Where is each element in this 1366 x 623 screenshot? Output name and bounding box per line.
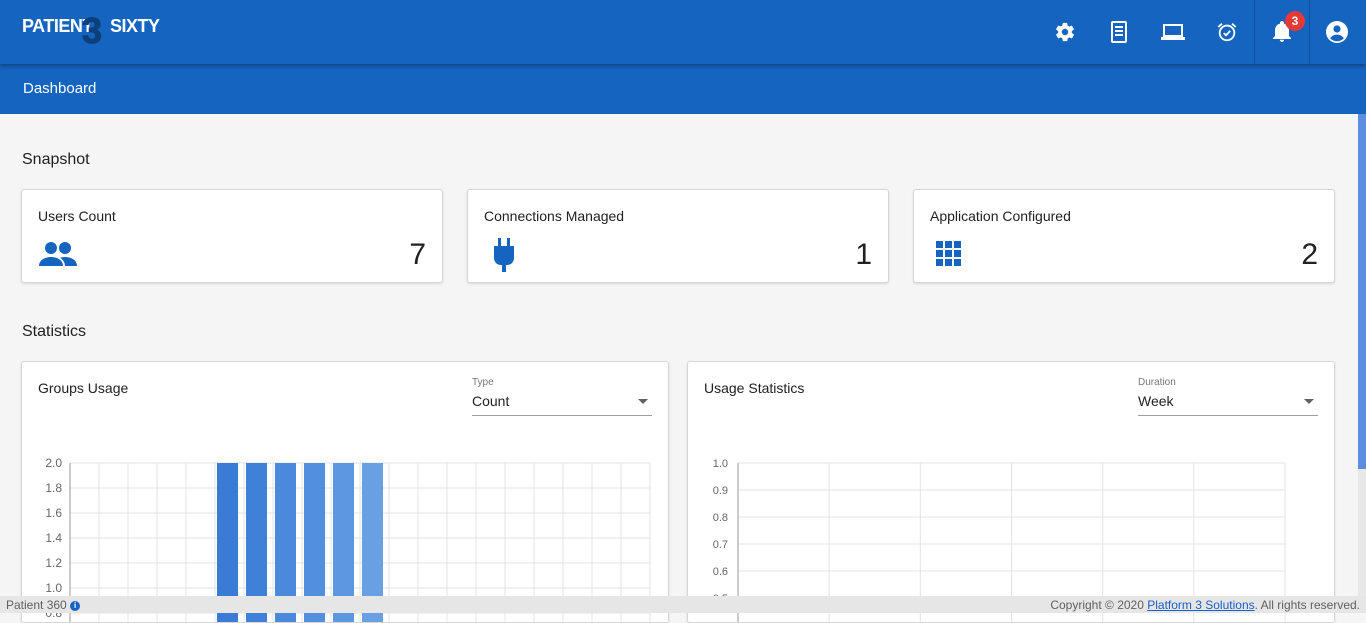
usage-statistics-card: Usage Statistics Duration Week 1.0 0.9 0.8… xyxy=(687,361,1335,623)
statistics-section-title: Statistics xyxy=(22,323,87,340)
toolbar-divider xyxy=(1309,0,1310,64)
app-logo[interactable]: PATIENT 3 SIXTY xyxy=(22,10,172,54)
logo-number: 3 xyxy=(81,10,103,52)
y-tick-label: 1.2 xyxy=(45,556,62,570)
y-tick-label: 1.0 xyxy=(45,581,62,595)
account-icon[interactable] xyxy=(1325,20,1349,44)
card-label: Users Count xyxy=(38,208,116,224)
usage-statistics-chart: 1.00.90.80.70.60.5 xyxy=(713,458,1286,622)
card-value: 7 xyxy=(409,238,426,271)
toolbar-divider xyxy=(1254,0,1255,64)
y-tick-label: 1.0 xyxy=(713,458,728,470)
y-tick-label: 0.9 xyxy=(713,485,728,497)
page-header-bar: Dashboard xyxy=(0,64,1366,114)
y-tick-label: 0.6 xyxy=(713,566,728,578)
footer-company-link[interactable]: Platform 3 Solutions xyxy=(1147,598,1254,612)
groups-usage-card: Groups Usage Type Count 2.0 1.8 1.6 1.4 1.2 1… xyxy=(21,361,669,623)
footer-rights: . All rights reserved. xyxy=(1254,598,1360,612)
y-tick-label: 1.6 xyxy=(45,506,62,520)
y-tick-label: 1.8 xyxy=(45,481,62,495)
scrollbar-thumb[interactable] xyxy=(1358,114,1366,469)
alarm-icon[interactable] xyxy=(1215,20,1239,44)
footer: Patient 360 i Copyright © 2020 Platform … xyxy=(0,596,1366,613)
plug-icon xyxy=(484,238,524,272)
card-label: Application Configured xyxy=(930,208,1071,224)
notification-badge: 3 xyxy=(1285,11,1305,31)
receipt-icon[interactable] xyxy=(1107,20,1131,44)
y-tick-label: 0.8 xyxy=(713,512,728,524)
y-tick-label: 2.0 xyxy=(45,456,62,470)
people-icon xyxy=(38,238,78,272)
footer-app-name: Patient 360 xyxy=(6,598,67,612)
logo-text-right: SIXTY xyxy=(110,16,160,36)
card-value: 2 xyxy=(1301,238,1318,271)
top-app-bar: PATIENT 3 SIXTY xyxy=(0,0,1366,64)
footer-copyright: Copyright © 2020 xyxy=(1050,598,1144,612)
apps-grid-icon xyxy=(930,238,970,272)
snapshot-section-title: Snapshot xyxy=(22,151,90,168)
info-icon[interactable]: i xyxy=(70,600,81,611)
gear-icon[interactable] xyxy=(1053,20,1077,44)
page-title: Dashboard xyxy=(23,80,97,97)
connections-managed-card[interactable]: Connections Managed 1 xyxy=(467,189,889,283)
y-tick-label: 0.7 xyxy=(713,539,728,551)
y-tick-label: 1.4 xyxy=(45,531,62,545)
card-value: 1 xyxy=(855,238,872,271)
card-label: Connections Managed xyxy=(484,208,625,224)
laptop-icon[interactable] xyxy=(1161,20,1185,44)
users-count-card[interactable]: Users Count 7 xyxy=(21,189,443,283)
groups-usage-chart: 2.01.81.61.41.21.00.80.6 xyxy=(45,456,651,622)
application-configured-card[interactable]: Application Configured 2 xyxy=(913,189,1335,283)
